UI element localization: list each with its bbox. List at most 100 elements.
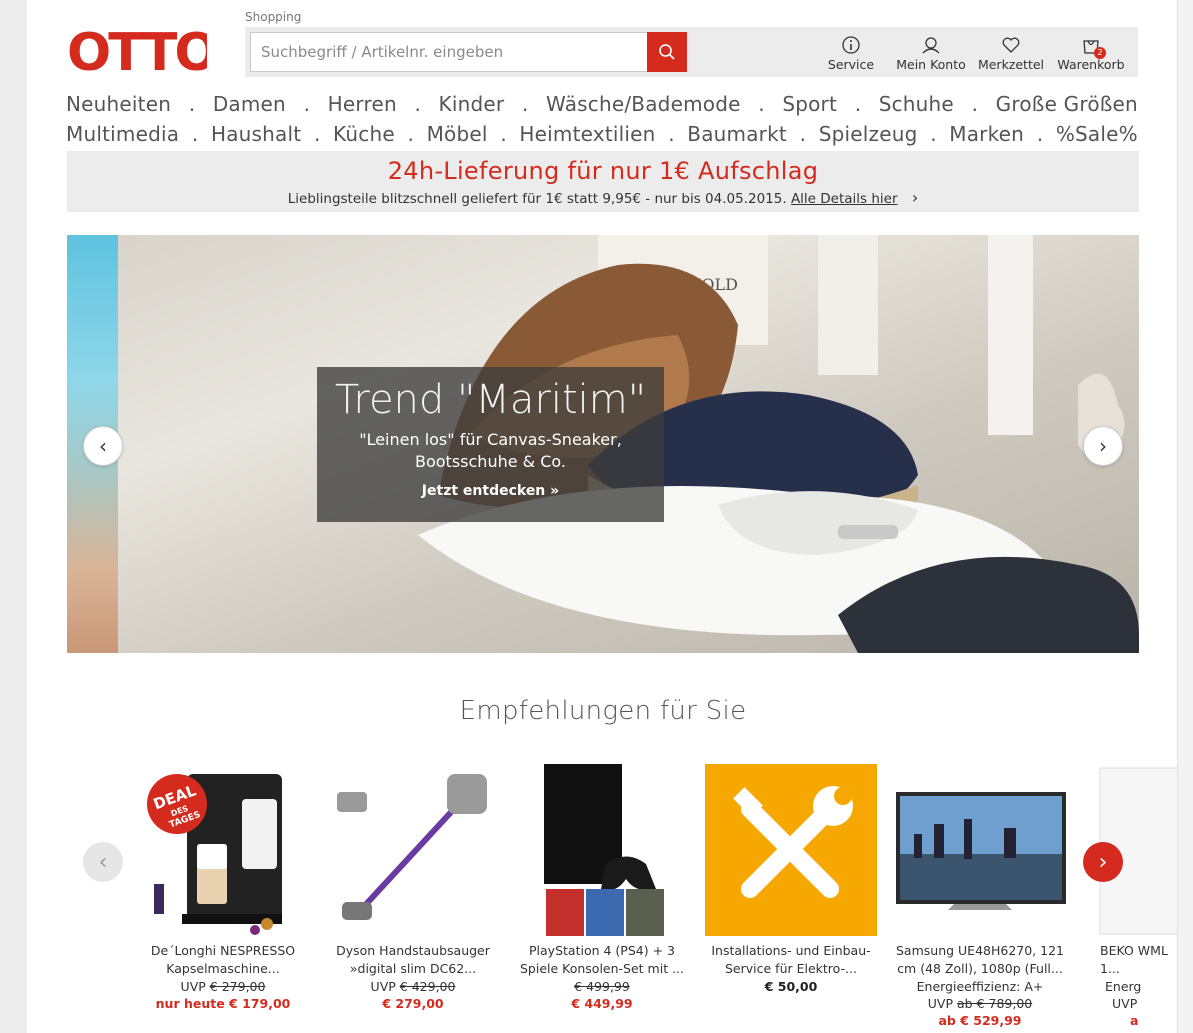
uvp-price: ab € 789,00 — [957, 996, 1033, 1011]
service-link[interactable]: Service — [809, 36, 893, 72]
uvp-price: € 499,99 — [574, 979, 630, 994]
search-button[interactable] — [647, 32, 687, 72]
uvp-label: UVP — [927, 996, 954, 1011]
product-card[interactable]: Installations- und Einbau-Service für El… — [702, 764, 880, 995]
main-nav-row-2: Multimedia. Haushalt. Küche. Möbel. Heim… — [66, 122, 1138, 146]
recommendations-next-button[interactable]: › — [1083, 842, 1123, 882]
page: OTTO Shopping Service Mein Konto Merkzet… — [27, 0, 1177, 1033]
recommendations-prev-button[interactable]: ‹ — [83, 842, 123, 882]
nav-grosse-groessen[interactable]: Große Größen — [996, 92, 1138, 116]
tools-icon — [733, 786, 853, 898]
promo-details-link[interactable]: Alle Details hier — [791, 191, 898, 207]
product-card[interactable]: Samsung UE48H6270, 121 cm (48 Zoll), 108… — [891, 764, 1069, 1030]
heart-icon — [1002, 37, 1020, 53]
service-label: Service — [827, 57, 875, 72]
product-price: nur heute € 179,00 — [155, 996, 291, 1011]
coffee-machine-image: DEAL DES TAGES — [147, 774, 282, 935]
nav-separator: . — [521, 92, 529, 116]
nav-sale[interactable]: %Sale% — [1056, 122, 1138, 146]
chevron-right-icon: › — [1098, 849, 1108, 875]
nav-sport[interactable]: Sport — [782, 92, 837, 116]
nav-damen[interactable]: Damen — [213, 92, 286, 116]
uvp-price: € 429,00 — [399, 979, 456, 994]
product-card-partial[interactable]: BEKO WML 1... Energ UVP a — [1080, 764, 1177, 1030]
chevron-right-icon[interactable]: › — [912, 188, 918, 207]
nav-waesche[interactable]: Wäsche/Bademode — [546, 92, 741, 116]
uvp-label: UVP — [180, 979, 206, 994]
info-icon — [842, 36, 860, 54]
nav-separator: . — [668, 122, 675, 146]
nav-separator: . — [854, 92, 862, 116]
product-price: € 449,99 — [571, 996, 633, 1011]
nav-separator: . — [303, 92, 310, 116]
uvp-price: € 279,00 — [209, 979, 266, 994]
cart-count-badge: 2 — [1094, 47, 1106, 59]
nav-marken[interactable]: Marken — [949, 122, 1024, 146]
nav-multimedia[interactable]: Multimedia — [66, 122, 179, 146]
chevron-left-icon: ‹ — [98, 849, 108, 875]
nav-separator: . — [414, 92, 421, 116]
hero-cta-link[interactable]: Jetzt entdecken » — [317, 483, 664, 499]
product-uvp: UVP € 429,00 — [324, 978, 502, 995]
tv-image — [896, 792, 1066, 910]
hero-prev-button[interactable]: ‹ — [83, 426, 123, 466]
nav-baumarkt[interactable]: Baumarkt — [687, 122, 787, 146]
product-name: Installations- und Einbau-Service für El… — [711, 943, 871, 976]
main-nav-row-1: Neuheiten. Damen. Herren. Kinder. Wäsche… — [66, 92, 1138, 116]
product-price: € 50,00 — [764, 979, 818, 994]
product-uvp: UVP — [1112, 996, 1138, 1011]
search-icon — [659, 44, 675, 60]
nav-separator: . — [407, 122, 414, 146]
wishlist-link[interactable]: Merkzettel — [969, 36, 1053, 72]
product-card[interactable]: DEAL DES TAGES De´Longhi NESPRESSO Kapse… — [134, 764, 312, 1013]
product-image — [327, 764, 499, 936]
hero-title: Trend "Maritim" — [334, 377, 647, 423]
cart-label: Warenkorb — [1057, 57, 1125, 72]
promo-text-line: Lieblingsteile blitzschnell geliefert fü… — [67, 188, 1139, 207]
hero-text-box[interactable]: Trend "Maritim" "Leinen los" für Canvas-… — [317, 367, 664, 522]
product-name: PlayStation 4 (PS4) + 3 Spiele Konsolen-… — [519, 943, 684, 976]
nav-separator: . — [500, 122, 507, 146]
shopping-label: Shopping — [245, 10, 302, 24]
product-name: BEKO WML 1... — [1100, 943, 1168, 976]
hero-next-button[interactable]: › — [1083, 426, 1123, 466]
search-input[interactable] — [250, 32, 648, 72]
product-uvp: UVP € 279,00 — [134, 978, 312, 995]
nav-kueche[interactable]: Küche — [333, 122, 395, 146]
playstation-image — [544, 764, 664, 936]
product-price: € 279,00 — [382, 996, 444, 1011]
product-name: Samsung UE48H6270, 121 cm (48 Zoll), 108… — [895, 943, 1064, 976]
otto-logo[interactable]: OTTO — [67, 23, 219, 83]
nav-separator: . — [758, 92, 765, 116]
my-account-label: Mein Konto — [896, 57, 966, 72]
nav-heimtextilien[interactable]: Heimtextilien — [519, 122, 655, 146]
vacuum-image — [337, 774, 487, 920]
logo-text: OTTO — [67, 26, 207, 74]
promo-title: 24h-Lieferung für nur 1€ Aufschlag — [387, 157, 819, 185]
nav-haushalt[interactable]: Haushalt — [211, 122, 301, 146]
nav-separator: . — [191, 122, 199, 146]
nav-neuheiten[interactable]: Neuheiten — [66, 92, 171, 116]
hero-image[interactable]: THRESHOLD Trend "Maritim" "Leinen los" f… — [118, 235, 1139, 653]
hero-subtitle-1: "Leinen los" für Canvas-Sneaker, — [359, 430, 622, 449]
product-card[interactable]: PlayStation 4 (PS4) + 3 Spiele Konsolen-… — [513, 764, 691, 1013]
product-card[interactable]: Dyson Handstaubsauger »digital slim DC62… — [324, 764, 502, 1013]
nav-schuhe[interactable]: Schuhe — [879, 92, 954, 116]
product-image — [894, 764, 1066, 936]
product-uvp: € 499,99 — [513, 978, 691, 995]
chevron-right-icon: › — [1099, 434, 1107, 458]
promo-text: Lieblingsteile blitzschnell geliefert fü… — [287, 191, 787, 207]
product-price: ab € 529,99 — [938, 1013, 1022, 1028]
nav-moebel[interactable]: Möbel — [427, 122, 488, 146]
wishlist-label: Merkzettel — [977, 57, 1045, 72]
cart-link[interactable]: 2 Warenkorb — [1049, 36, 1133, 72]
scrollbar-area[interactable] — [1177, 0, 1193, 1033]
product-image: DEAL DES TAGES — [137, 764, 309, 936]
hero-carousel: THRESHOLD Trend "Maritim" "Leinen los" f… — [67, 235, 1139, 653]
product-name: Dyson Handstaubsauger »digital slim DC62… — [336, 943, 490, 976]
hero-subtitle-2: Bootsschuhe & Co. — [415, 452, 566, 471]
nav-herren[interactable]: Herren — [328, 92, 397, 116]
my-account-link[interactable]: Mein Konto — [889, 36, 973, 72]
nav-spielzeug[interactable]: Spielzeug — [819, 122, 918, 146]
nav-kinder[interactable]: Kinder — [439, 92, 505, 116]
